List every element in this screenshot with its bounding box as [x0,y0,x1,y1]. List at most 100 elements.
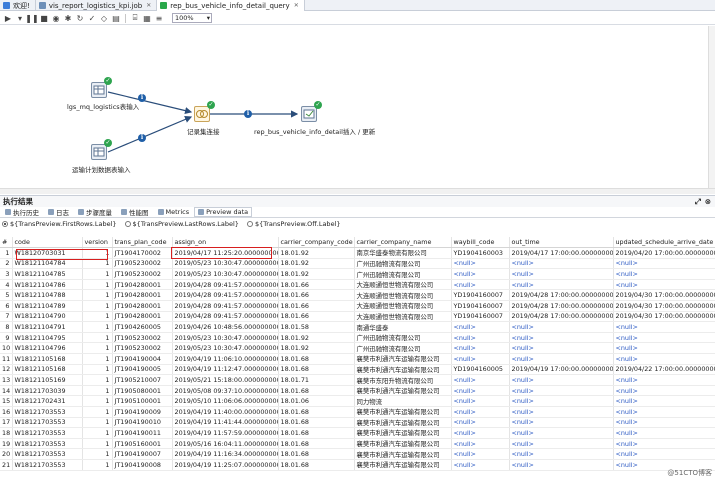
canvas-horizontal-scrollbar[interactable] [0,188,715,194]
debug-icon[interactable]: ✱ [63,13,73,23]
column-header[interactable]: waybill_code [451,237,510,249]
close-tab-icon[interactable]: ✕ [294,2,299,9]
explore-db-icon[interactable]: ⌸ [130,13,140,23]
editor-tab[interactable]: 欢迎! [0,0,36,11]
table-cell: 18 [0,427,13,439]
table-cell: W18121105168 [12,353,83,365]
column-header[interactable]: version [82,237,113,249]
table-cell: 2019/04/19 11:40:00.000000000 [172,406,279,418]
table-cell: 12 [0,364,13,376]
zoom-select[interactable]: 100% ▾ [172,13,212,23]
info-icon[interactable]: i [138,134,146,142]
table-cell: <null> [509,395,614,407]
merge-join-step[interactable]: ✓ [194,101,215,122]
transformation-canvas[interactable]: ✓ lgs_mq_logistics表输入 ✓ 运输计划数据表输入 ✓ 记录集连… [0,26,708,188]
column-header[interactable]: carrier_company_name [354,237,452,249]
info-icon[interactable]: i [244,110,252,118]
table-input-step-1[interactable]: ✓ [91,77,112,98]
table-row[interactable]: 13 W18121105169 1 JT1905210007 2019/05/21 15… [0,374,715,386]
sql-icon[interactable]: ▤ [111,13,121,23]
impact-icon[interactable]: ◇ [99,13,109,23]
table-cell: <null> [613,258,715,270]
table-cell: JT1904190009 [112,406,173,418]
table-cell: <null> [509,459,614,471]
column-header[interactable]: updated_schedule_arrive_date [613,237,715,249]
table-cell: 大连顺通恒世物流有限公司 [354,289,452,302]
pause-icon[interactable]: ❚❚ [25,13,38,23]
close-tab-icon[interactable]: ✕ [146,2,151,9]
table-row[interactable]: 12 W18121105168 1 JT1904190005 2019/04/19 11… [0,364,715,376]
table-row[interactable]: 3 W18121104785 1 JT1905230002 2019/05/23 10:… [0,268,715,280]
table-row[interactable]: 8 W18121104791 1 JT1904260005 2019/04/26 10:… [0,321,715,333]
table-cell: 襄樊市东阳升物流有限公司 [354,374,452,386]
preview-mode-radio[interactable]: ${TransPreview.FirstRows.Label} [2,220,117,228]
table-cell: 3 [0,268,13,280]
table-cell: <null> [451,385,510,397]
column-header[interactable]: # [0,237,13,249]
close-icon[interactable]: ⊗ [705,197,711,207]
table-row[interactable]: 14 W18121703039 1 JT1905080001 2019/05/08 09… [0,385,715,397]
table-cell: W18121703553 [12,427,83,439]
table-row[interactable]: 16 W18121703553 1 JT1904190009 2019/04/19 11… [0,406,715,418]
table-row[interactable]: 19 W18121703553 1 JT1905160001 2019/05/16 16… [0,438,715,450]
table-cell: 1 [82,311,113,323]
insert-update-step[interactable]: ✓ [301,101,322,122]
editor-tab[interactable]: rep_bus_vehicle_info_detail_query ✕ [157,0,305,11]
table-cell: JT1904190005 [112,364,173,376]
results-tab[interactable]: Metrics [154,207,194,217]
results-tab-icon [198,209,205,215]
table-row[interactable]: 10 W18121104796 1 JT1905230002 2019/05/23 10… [0,342,715,355]
table-row[interactable]: 6 W18121104789 1 JT1904280001 2019/04/28 09:… [0,300,715,312]
run-dropdown-icon[interactable]: ▾ [15,13,25,23]
table-row[interactable]: 1 W18120703031 1 JT1904170002 2019/04/17 11:… [0,247,715,259]
tab-icon [38,2,46,9]
column-header[interactable]: carrier_company_code [278,237,355,249]
info-icon[interactable]: i [138,94,146,102]
verify-icon[interactable]: ✓ [87,13,97,23]
column-header[interactable]: code [12,237,83,249]
preview-mode-radio[interactable]: ${TransPreview.LastRows.Label} [124,220,239,228]
results-tab[interactable]: Preview data [194,207,253,217]
table-row[interactable]: 9 W18121104795 1 JT1905230002 2019/05/23 10:… [0,332,715,344]
table-row[interactable]: 2 W18121104784 1 JT1905230002 2019/05/23 10:… [0,258,715,270]
table-cell: 1 [82,353,113,365]
column-header[interactable]: assign_on [172,237,279,249]
table-row[interactable]: 20 W18121703553 1 JT1904190007 2019/04/19 11… [0,448,715,460]
table-cell: 襄樊市利通汽车运输有限公司 [354,448,452,460]
table-row[interactable]: 17 W18121703553 1 JT1904190010 2019/04/19 11… [0,417,715,429]
replay-icon[interactable]: ↻ [75,13,85,23]
maximize-icon[interactable]: ⤢ [695,197,701,207]
results-tab[interactable]: 执行历史 [1,207,43,217]
success-check-icon: ✓ [104,77,112,85]
table-cell: 2019/04/17 17:00:00.000000000 [509,247,614,259]
table-row[interactable]: 7 W18121104790 1 JT1904280001 2019/04/28 09:… [0,311,715,323]
table-cell: W18121105169 [12,374,83,386]
column-header[interactable]: trans_plan_code [112,237,173,249]
grid-icon[interactable]: ▦ [142,13,152,23]
table-row[interactable]: 11 W18121105168 1 JT1904190004 2019/04/19 11… [0,353,715,365]
run-icon[interactable]: ▶ [3,13,13,23]
editor-tab[interactable]: vis_report_logistics_kpi.job ✕ [36,0,158,11]
column-header[interactable]: out_time [509,237,614,249]
results-tab[interactable]: 步骤度量 [74,207,116,217]
table-row[interactable]: 18 W18121703553 1 JT1904190011 2019/04/19 11… [0,427,715,439]
align-icon[interactable]: ≡ [154,13,164,23]
table-input-step-2[interactable]: ✓ [91,139,112,160]
preview-mode-radio[interactable]: ${TransPreview.Off.Label} [246,220,341,228]
preview-icon[interactable]: ◉ [51,13,61,23]
results-tab-label: 执行历史 [13,209,39,217]
table-cell: 襄樊市利通汽车运输有限公司 [354,406,452,418]
step-label: 运输计划数据表输入 [72,166,131,174]
table-row[interactable]: 5 W18121104788 1 JT1904280001 2019/04/28 09:… [0,289,715,302]
stop-icon[interactable]: ■ [39,13,49,23]
table-row[interactable]: 15 W18121702431 1 JT1905100001 2019/05/10 11… [0,395,715,407]
table-row[interactable]: 21 W18121703553 1 JT1904190008 2019/04/19 11… [0,459,715,471]
results-tab[interactable]: 性能图 [117,207,153,217]
results-tab-label: 日志 [56,209,69,217]
table-row[interactable]: 4 W18121104786 1 JT1904280001 2019/04/28 09:… [0,279,715,291]
table-cell: <null> [451,258,510,270]
merge-join-icon [196,110,208,118]
canvas-vertical-scrollbar[interactable] [708,26,715,188]
results-tab[interactable]: 日志 [44,207,73,217]
step-label: lgs_mq_logistics表输入 [67,103,140,111]
